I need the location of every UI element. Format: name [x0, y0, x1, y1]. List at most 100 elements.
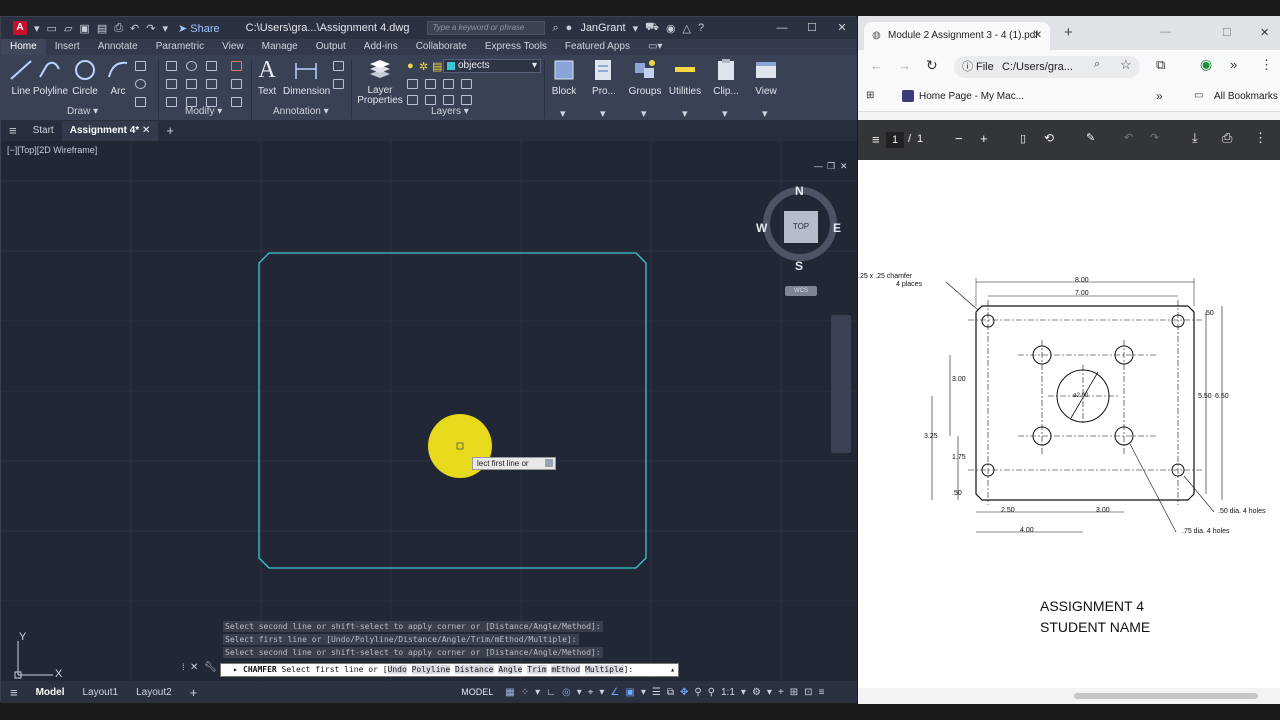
tab-layout1[interactable]: Layout1 [73, 687, 127, 698]
ribbon-tab-view[interactable]: View [213, 39, 253, 55]
bookmark-home-page[interactable]: Home Page - My Mac... [919, 91, 1024, 102]
copy-icon[interactable] [166, 79, 177, 89]
exchange-icon[interactable]: ◉ [666, 22, 676, 35]
browser-menu-icon[interactable]: ⋮ [1260, 57, 1273, 73]
command-customize-icon[interactable]: 🔧︎ [204, 662, 217, 673]
clipboard-tool[interactable]: Clip... [711, 57, 741, 97]
page-number-input[interactable]: 1 [886, 132, 904, 148]
autocad-logo-icon[interactable]: A [13, 21, 27, 35]
explode-icon[interactable] [231, 79, 242, 89]
layer-tool-icon[interactable] [461, 95, 472, 105]
drawing-canvas[interactable]: [−][Top][2D Wireframe] — ❐ ✕ TOP N S E W… [1, 141, 857, 687]
line-tool[interactable]: Line [7, 57, 35, 97]
model-space-button[interactable]: MODEL [452, 687, 502, 697]
viewport-controls[interactable]: [−][Top][2D Wireframe] [7, 145, 97, 155]
app-menu-icon[interactable]: ≡ [1, 121, 25, 141]
viewcube-west[interactable]: W [756, 221, 767, 235]
command-option-polyline[interactable]: Polyline [411, 665, 451, 674]
fit-page-icon[interactable]: ▯ [1020, 132, 1026, 145]
profile-icon[interactable]: ◉ [1200, 56, 1212, 73]
dimension-tool[interactable]: Dimension [283, 57, 330, 97]
modify-panel-label[interactable]: Modify ▾ [185, 106, 222, 117]
view-dropdown-icon[interactable]: ▾ [762, 107, 768, 120]
command-option-trim[interactable]: Trim [527, 665, 547, 674]
customization-menu-icon[interactable]: ≡ [816, 687, 828, 698]
address-bar[interactable]: ⓘ File C:/Users/gra... [954, 56, 1140, 78]
fillet-icon[interactable] [206, 79, 217, 89]
stretch-icon[interactable] [166, 97, 177, 107]
command-option-distance[interactable]: Distance [454, 665, 494, 674]
annotation-scale-icon[interactable]: ⚲ [705, 687, 718, 698]
ribbon-tab-express-tools[interactable]: Express Tools [476, 39, 556, 55]
download-icon[interactable]: ⤓ [1192, 130, 1198, 146]
lock-icon[interactable]: ▤ [432, 60, 442, 73]
print-icon[interactable]: ⎙ [1222, 130, 1232, 146]
minimize-icon[interactable]: — [767, 17, 797, 39]
new-tab-icon[interactable]: + [1064, 24, 1073, 41]
tab-pdf[interactable]: ◍ Module 2 Assignment 3 - 4 (1).pdf ✕ [864, 22, 1050, 50]
block-dropdown-icon[interactable]: ▾ [560, 107, 566, 120]
lineweight-icon[interactable]: ☰ [649, 687, 664, 698]
tab-model[interactable]: Model [27, 687, 74, 698]
layout-menu-icon[interactable]: ≡ [1, 685, 27, 700]
scale-dropdown-icon[interactable]: ▾ [738, 687, 749, 698]
isodraft-icon[interactable]: ⌖ [585, 687, 597, 698]
user-name[interactable]: JanGrant [580, 22, 625, 34]
bulb-icon[interactable]: ● [407, 60, 414, 72]
all-bookmarks[interactable]: All Bookmarks [1214, 91, 1278, 102]
draw-panel-label[interactable]: Draw ▾ [67, 106, 98, 117]
object-snap-tracking-icon[interactable]: ∠ [607, 687, 622, 698]
transparency-icon[interactable]: ⧉ [664, 687, 677, 698]
save-icon[interactable]: ▣ [79, 22, 89, 35]
mirror-icon[interactable] [186, 79, 197, 89]
sun-icon[interactable]: ✲ [419, 60, 428, 73]
circle-tool[interactable]: Circle [71, 57, 99, 97]
qa-overflow-icon[interactable]: ▾ [162, 22, 168, 35]
apps-icon[interactable]: ⊞ [866, 90, 874, 101]
viewcube-south[interactable]: S [795, 259, 803, 273]
command-option-multiple[interactable]: Multiple [585, 665, 624, 674]
viewport-minimize-icon[interactable]: — [814, 161, 823, 171]
leader-icon[interactable] [333, 61, 344, 71]
pdf-undo-icon[interactable]: ↶ [1124, 131, 1133, 144]
object-snap-dropdown-icon[interactable]: ▾ [638, 687, 649, 698]
viewcube-east[interactable]: E [833, 221, 841, 235]
undo-icon[interactable]: ↶ [130, 22, 139, 35]
forward-icon[interactable]: → [898, 58, 911, 73]
new-tab-icon[interactable]: + [158, 121, 182, 141]
layer-tool-icon[interactable] [443, 79, 454, 89]
units-icon[interactable]: ⊞ [787, 687, 801, 698]
ortho-icon[interactable]: ∟ [543, 687, 559, 698]
layer-tool-icon[interactable] [407, 79, 418, 89]
navigation-bar[interactable] [831, 315, 851, 453]
viewcube-north[interactable]: N [795, 184, 804, 198]
layer-tool-icon[interactable] [425, 79, 436, 89]
chamfered-rectangle[interactable] [258, 252, 647, 569]
command-input[interactable]: ▸ CHAMFER Select first line or [Undo Pol… [220, 663, 679, 677]
offset-icon[interactable] [231, 97, 242, 107]
rotate-icon[interactable]: ⟲ [1044, 131, 1054, 145]
layers-panel-label[interactable]: Layers ▾ [431, 106, 469, 117]
zoom-icon[interactable]: ⌕ [1094, 58, 1100, 71]
command-option-undo[interactable]: Undo [387, 665, 407, 674]
clean-screen-icon[interactable]: ⊡ [801, 687, 815, 698]
pdf-more-icon[interactable]: ⋮ [1254, 130, 1267, 146]
selection-cycling-icon[interactable]: ✥ [677, 687, 691, 698]
workspace-gear-icon[interactable]: ⚙ [749, 687, 764, 698]
annotation-monitor-icon[interactable]: + [775, 687, 787, 698]
user-dropdown-icon[interactable]: ▾ [633, 22, 639, 35]
maximize-icon[interactable]: ☐ [1222, 26, 1232, 39]
snap-icon[interactable]: ⁘ [518, 687, 532, 698]
horizontal-scrollbar[interactable] [858, 688, 1280, 704]
extensions-icon[interactable]: ⧉ [1156, 57, 1165, 73]
plot-icon[interactable]: ⎙ [114, 22, 123, 35]
ribbon-tab-insert[interactable]: Insert [46, 39, 89, 55]
ribbon-overflow-icon[interactable]: ▭▾ [639, 39, 671, 55]
connect-icon[interactable]: △ [683, 22, 691, 35]
pdf-redo-icon[interactable]: ↷ [1150, 131, 1159, 144]
layer-dropdown[interactable]: objects ▾ [443, 59, 541, 73]
groups-dropdown-icon[interactable]: ▾ [641, 107, 647, 120]
text-tool[interactable]: A Text [255, 57, 279, 97]
tab-assignment-4[interactable]: Assignment 4* ✕ [61, 121, 159, 141]
zoom-out-icon[interactable]: − [955, 131, 963, 146]
